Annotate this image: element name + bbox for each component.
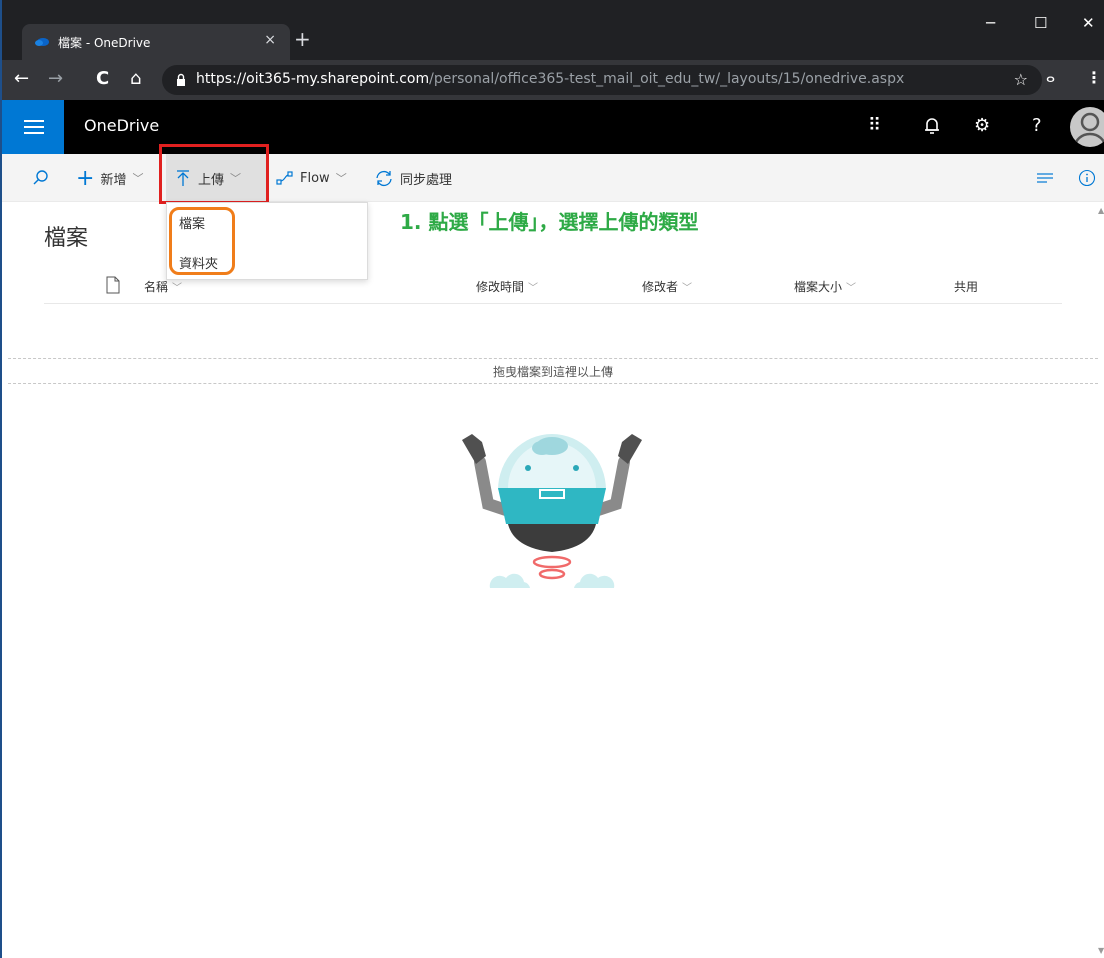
bell-icon[interactable] — [924, 116, 940, 136]
info-button[interactable] — [1078, 154, 1096, 202]
instruction-annotation: 1. 點選「上傳」，選擇上傳的類型 — [400, 210, 699, 234]
flow-button-label: Flow — [300, 170, 330, 186]
scroll-down-arrow-icon[interactable]: ▼ — [1098, 946, 1104, 955]
column-header-name-label: 名稱 — [144, 280, 169, 294]
user-silhouette-icon — [1073, 112, 1104, 147]
hamburger-line — [24, 120, 44, 122]
upload-highlight-box — [159, 144, 269, 204]
new-button-label: 新增 — [100, 172, 127, 188]
search-button[interactable] — [32, 154, 50, 202]
column-header-modified-by-label: 修改者 — [642, 280, 679, 294]
browser-window: 檔案 - OneDrive × + ─ ☐ ✕ ← → C ⌂ https://… — [0, 0, 1104, 958]
avatar[interactable] — [1070, 107, 1104, 147]
flow-button[interactable]: Flow ﹀ — [276, 154, 347, 202]
column-header-name[interactable]: 名稱 ﹀ — [144, 278, 182, 295]
column-header-sharing[interactable]: 共用 — [954, 278, 978, 295]
hamburger-line — [24, 132, 44, 134]
url-text: https://oit365-my.sharepoint.com/persona… — [196, 71, 904, 87]
column-header-modified-label: 修改時間 — [476, 280, 525, 294]
tab-strip: 檔案 - OneDrive × + ─ ☐ ✕ — [2, 0, 1104, 60]
gear-icon[interactable]: ⚙ — [974, 114, 990, 138]
plus-icon: + — [76, 165, 95, 191]
chevron-down-icon: ﹀ — [132, 172, 144, 185]
help-icon[interactable]: ? — [1032, 114, 1042, 138]
column-header-modified[interactable]: 修改時間 ﹀ — [476, 278, 538, 295]
drop-zone-text: 拖曳檔案到這裡以上傳 — [492, 365, 613, 379]
app-name[interactable]: OneDrive — [84, 116, 159, 135]
hamburger-menu-button[interactable] — [2, 100, 64, 154]
empty-folder-robot-illustration — [462, 434, 642, 588]
app-launcher-icon[interactable]: ⠿ — [868, 114, 881, 138]
window-close-icon[interactable]: ✕ — [1082, 14, 1095, 32]
url-path: /personal/office365-test_mail_oit_edu_tw… — [429, 71, 905, 87]
column-header-size-label: 檔案大小 — [794, 280, 843, 294]
sync-button-label: 同步處理 — [400, 172, 453, 188]
menu-items-highlight-box — [169, 207, 235, 275]
minimize-icon[interactable]: ─ — [986, 14, 995, 32]
info-icon — [1078, 169, 1096, 187]
extension-icon[interactable]: ⴰ — [1046, 70, 1055, 86]
browser-toolbar: ← → C ⌂ https://oit365-my.sharepoint.com… — [2, 60, 1104, 100]
address-bar[interactable]: https://oit365-my.sharepoint.com/persona… — [162, 65, 1042, 95]
view-options-button[interactable] — [1036, 154, 1054, 202]
home-icon[interactable]: ⌂ — [130, 68, 141, 90]
file-type-icon — [106, 276, 120, 294]
sync-icon — [376, 170, 392, 187]
lock-icon — [177, 73, 185, 86]
bookmark-star-icon[interactable]: ☆ — [1014, 70, 1028, 89]
drop-zone[interactable]: 拖曳檔案到這裡以上傳 — [8, 358, 1098, 384]
list-view-icon — [1037, 173, 1053, 183]
chevron-down-icon: ﹀ — [335, 172, 347, 185]
search-icon — [33, 170, 48, 185]
chevron-down-icon: ﹀ — [172, 283, 183, 294]
chevron-down-icon: ﹀ — [528, 283, 539, 294]
tab-close-icon[interactable]: × — [264, 32, 276, 48]
chevron-down-icon: ﹀ — [846, 283, 857, 294]
page-title: 檔案 — [44, 226, 89, 251]
onedrive-cloud-icon — [35, 38, 49, 46]
flow-icon — [276, 171, 293, 185]
new-button[interactable]: + 新增 ﹀ — [76, 154, 143, 202]
hamburger-line — [24, 126, 44, 128]
scroll-up-arrow-icon[interactable]: ▲ — [1098, 206, 1104, 215]
reload-icon[interactable]: C — [96, 68, 109, 90]
maximize-icon[interactable]: ☐ — [1034, 14, 1047, 32]
browser-tab[interactable]: 檔案 - OneDrive × — [22, 24, 290, 60]
new-tab-button[interactable]: + — [294, 28, 311, 50]
url-host: https://oit365-my.sharepoint.com — [196, 71, 430, 87]
browser-menu-icon[interactable]: ⋮ — [1086, 68, 1102, 87]
column-header-modified-by[interactable]: 修改者 ﹀ — [642, 278, 692, 295]
column-header-size[interactable]: 檔案大小 ﹀ — [794, 278, 856, 295]
back-icon[interactable]: ← — [14, 68, 29, 90]
tab-title: 檔案 - OneDrive — [58, 36, 151, 50]
chevron-down-icon: ﹀ — [682, 283, 693, 294]
column-header-sharing-label: 共用 — [954, 280, 979, 294]
sync-button[interactable]: 同步處理 — [374, 154, 452, 202]
forward-icon[interactable]: → — [48, 68, 63, 90]
